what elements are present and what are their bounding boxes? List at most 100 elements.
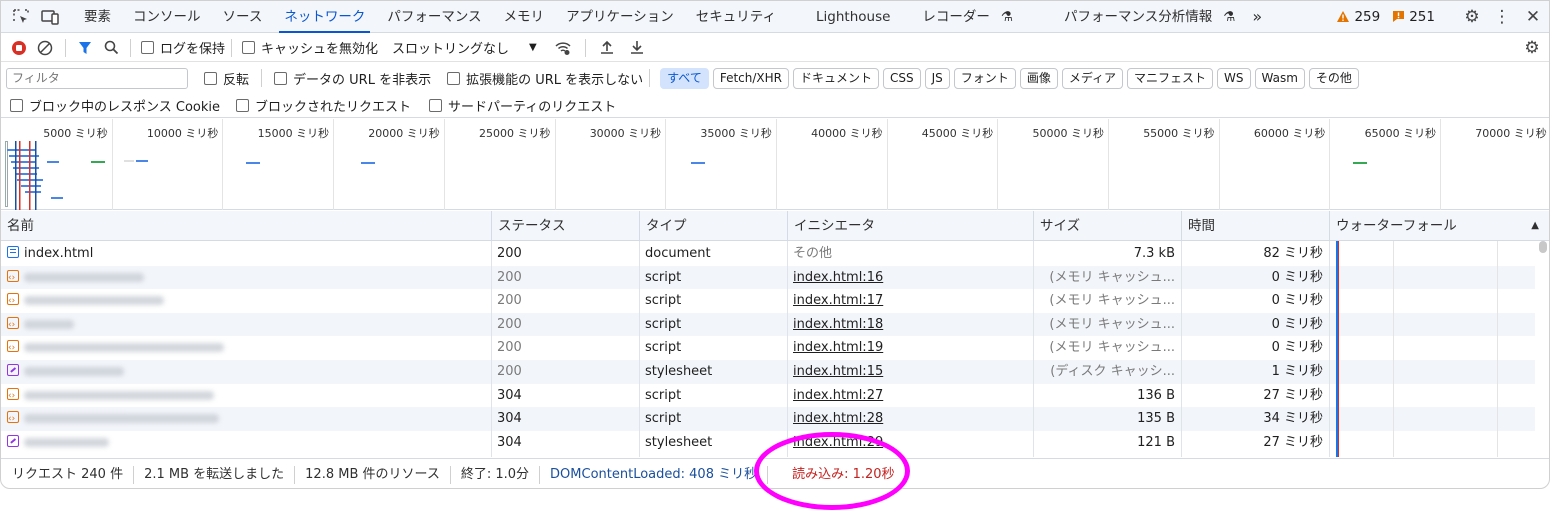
initiator-cell[interactable]: index.html:17	[787, 289, 1033, 313]
initiator-cell[interactable]: index.html:19	[787, 336, 1033, 360]
blocked-requests-label: ブロックされたリクエスト	[255, 99, 412, 115]
request-name: index.html	[24, 246, 94, 261]
column-header-4[interactable]: サイズ	[1033, 211, 1181, 241]
tab-1[interactable]: コンソール	[122, 1, 212, 33]
table-row[interactable]: 200 script index.html:18 (メモリ キャッシュ... 0 ミリ秒	[1, 312, 1535, 337]
filter-chip-4[interactable]: JS	[924, 67, 950, 89]
name-cell	[1, 407, 491, 431]
column-header-6[interactable]: ウォーターフォール	[1329, 211, 1539, 241]
type-cell: document	[639, 242, 787, 266]
clear-icon[interactable]	[31, 40, 59, 56]
import-har-icon[interactable]	[592, 40, 622, 55]
table-row[interactable]: index.html 200 document その他 7.3 kB 82 ミリ秒	[1, 242, 1535, 266]
filter-chip-9[interactable]: WS	[1217, 67, 1251, 89]
tab-4[interactable]: パフォーマンス	[376, 1, 492, 33]
filter-chip-7[interactable]: メディア	[1061, 67, 1123, 89]
search-icon[interactable]	[98, 40, 124, 55]
close-icon[interactable]: ✕	[1517, 7, 1549, 27]
overview-tick-label: 60000 ミリ秒	[1253, 127, 1326, 140]
warning-icon[interactable]	[1336, 10, 1350, 23]
hide-data-urls-checkbox[interactable]: データの URL を非表示	[274, 69, 431, 88]
tab-10[interactable]: パフォーマンス分析情報	[1053, 1, 1223, 33]
name-cell	[1, 313, 491, 337]
network-conditions-icon[interactable]	[547, 40, 579, 56]
initiator-cell[interactable]: index.html:16	[787, 266, 1033, 290]
tab-6[interactable]: アプリケーション	[555, 1, 685, 33]
document-file-icon	[7, 246, 19, 258]
table-row[interactable]: 200 stylesheet index.html:15 (ディスク キャッシ... 1…	[1, 360, 1535, 384]
initiator-cell[interactable]: index.html:18	[787, 313, 1033, 337]
filter-input[interactable]	[6, 67, 188, 89]
vertical-scrollbar[interactable]	[1539, 241, 1547, 253]
column-divider	[491, 241, 492, 457]
network-overview-timeline[interactable]: 5000 ミリ秒 10000 ミリ秒 15000 ミリ秒 20000 ミリ秒 25000…	[1, 119, 1549, 210]
tab-7[interactable]: セキュリティ	[685, 1, 787, 33]
filter-chip-3[interactable]: CSS	[883, 67, 921, 89]
blocked-requests-checkbox[interactable]: ブロックされたリクエスト	[236, 96, 411, 115]
status-value: 200	[497, 316, 522, 332]
error-count[interactable]: 251	[1409, 9, 1435, 25]
throttling-select[interactable]: スロットリングなし ▼	[392, 38, 537, 57]
filter-chip-2[interactable]: ドキュメント	[793, 67, 880, 89]
type-cell: script	[639, 266, 787, 290]
tab-9[interactable]: レコーダー	[911, 1, 1001, 33]
tab-list: 要素 コンソール ソース ネットワーク パフォーマンス メモリ アプリケーション セキュリティ…	[73, 1, 1241, 33]
filter-chip-0[interactable]: すべて	[660, 67, 709, 89]
filter-chip-8[interactable]: マニフェスト	[1127, 67, 1214, 89]
highlight-ellipse-annotation	[754, 432, 910, 510]
filter-chip-1[interactable]: Fetch/XHR	[712, 67, 789, 89]
initiator-cell[interactable]: index.html:27	[787, 384, 1033, 408]
overview-tick-label: 50000 ミリ秒	[1032, 127, 1105, 140]
error-icon[interactable]	[1392, 10, 1405, 23]
network-settings-gear-icon[interactable]: ⚙	[1515, 38, 1549, 58]
column-header-5[interactable]: 時間	[1181, 211, 1329, 241]
size-cell: 136 B	[1033, 384, 1181, 408]
overview-tick-label: 25000 ミリ秒	[479, 127, 551, 140]
column-header-0[interactable]: 名前	[1, 211, 491, 241]
warning-count[interactable]: 259	[1354, 9, 1380, 25]
tab-3[interactable]: ネットワーク	[273, 1, 376, 33]
preserve-log-checkbox[interactable]: ログを保持	[141, 38, 225, 57]
third-party-requests-checkbox[interactable]: サードパーティのリクエスト	[429, 96, 616, 115]
filter-chip-11[interactable]: その他	[1308, 67, 1359, 89]
tab-0[interactable]: 要素	[73, 1, 122, 33]
filter-chip-6[interactable]: 画像	[1019, 67, 1058, 89]
table-row[interactable]: 200 script index.html:17 (メモリ キャッシュ... 0 ミリ秒	[1, 289, 1535, 313]
table-row[interactable]: 200 script index.html:19 (メモリ キャッシュ... 0 ミリ秒	[1, 336, 1535, 360]
size-value: 135 B	[1137, 411, 1175, 427]
table-row[interactable]: 304 script index.html:27 136 B 27 ミリ秒	[1, 384, 1535, 408]
more-tabs-button[interactable]: »	[1241, 1, 1273, 33]
filter-icon[interactable]	[72, 41, 98, 55]
export-har-icon[interactable]	[622, 40, 652, 55]
filter-chip-5[interactable]: フォント	[953, 67, 1016, 89]
initiator-cell[interactable]: index.html:28	[787, 407, 1033, 431]
table-row[interactable]: 304 script index.html:28 135 B 34 ミリ秒	[1, 407, 1535, 431]
sort-ascending-icon[interactable]: ▲	[1531, 211, 1539, 241]
time-cell: 0 ミリ秒	[1181, 289, 1329, 313]
hide-extension-urls-checkbox[interactable]: 拡張機能の URL を表示しない	[447, 69, 643, 88]
settings-gear-icon[interactable]: ⚙	[1457, 7, 1487, 27]
status-cell: 200	[491, 289, 639, 313]
column-header-1[interactable]: ステータス	[491, 211, 639, 241]
more-options-icon[interactable]: ⋮	[1487, 7, 1517, 27]
redacted-name	[24, 319, 74, 329]
column-header-3[interactable]: イニシエータ	[787, 211, 1033, 241]
tab-8[interactable]: Lighthouse	[805, 1, 901, 33]
device-toolbar-icon[interactable]	[35, 8, 65, 26]
disable-cache-checkbox[interactable]: キャッシュを無効化	[242, 38, 378, 57]
column-header-2[interactable]: タイプ	[639, 211, 787, 241]
script-file-icon	[7, 289, 19, 313]
initiator-cell[interactable]: index.html:15	[787, 360, 1033, 384]
table-row[interactable]: 200 script index.html:16 (メモリ キャッシュ... 0 ミリ秒	[1, 265, 1535, 290]
invert-checkbox[interactable]: 反転	[204, 69, 249, 88]
tab-5[interactable]: メモリ	[493, 1, 556, 33]
inspect-element-icon[interactable]	[7, 8, 35, 26]
blocked-response-cookies-checkbox[interactable]: ブロック中のレスポンス Cookie	[10, 96, 220, 115]
blocking-filter-bar: ブロック中のレスポンス Cookie ブロックされたリクエスト サードパーティの…	[1, 93, 1549, 118]
table-header: 名前 ステータス タイプ イニシエータ サイズ 時間 ウォーターフォール ▲	[1, 211, 1549, 241]
divider	[261, 69, 263, 87]
filter-chip-10[interactable]: Wasm	[1254, 67, 1305, 89]
time-value: 1 ミリ秒	[1271, 364, 1323, 379]
tab-2[interactable]: ソース	[212, 1, 274, 33]
record-stop-icon[interactable]	[7, 40, 31, 56]
